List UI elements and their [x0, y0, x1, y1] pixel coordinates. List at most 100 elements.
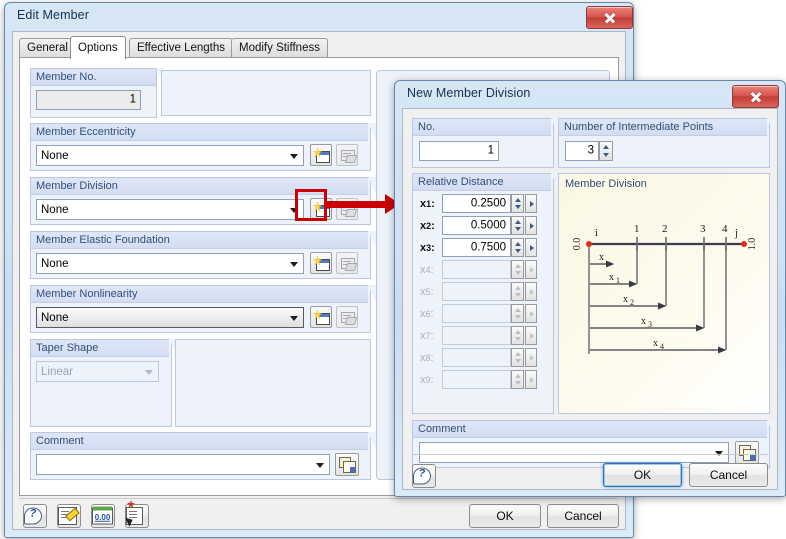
taper-shape-group: Taper Shape Linear — [30, 339, 177, 427]
svg-text:0.0: 0.0 — [572, 238, 583, 251]
tab-options[interactable]: Options — [70, 36, 126, 59]
relative-distance-row-label: x4: — [420, 264, 434, 276]
row-label-sub: 3 — [426, 243, 432, 253]
member-elastic-foundation-combo[interactable]: None — [36, 253, 304, 274]
row-label-sub: 5 — [425, 287, 431, 297]
chevron-down-icon — [316, 462, 324, 468]
help-button[interactable] — [23, 504, 47, 528]
member-division-combo[interactable]: None — [36, 199, 304, 220]
dialog-comment-library-button[interactable] — [735, 441, 759, 464]
combo-value: None — [41, 257, 69, 270]
relative-distance-input-x5 — [442, 282, 511, 301]
select-button[interactable] — [125, 500, 149, 528]
relative-distance-stepper-x8 — [511, 348, 524, 367]
relative-distance-stepper-x6 — [511, 304, 524, 323]
member-nonlinearity-combo[interactable]: None — [36, 307, 304, 328]
dialog-help-button[interactable] — [412, 464, 436, 488]
new-member-division-window: New Member Division No. 1 Number of Inte… — [394, 80, 786, 497]
member-elastic-foundation-group: Member Elastic Foundation None — [30, 231, 376, 279]
intermediate-points-stepper[interactable] — [599, 141, 613, 161]
relative-distance-pick-x3[interactable] — [525, 238, 537, 257]
new-member-elastic-foundation-button[interactable] — [310, 252, 332, 274]
member-nonlinearity-label: Member Nonlinearity — [31, 285, 376, 303]
dialog-title: New Member Division — [407, 86, 531, 100]
stepper-up-icon[interactable] — [603, 145, 609, 149]
screenshot-root: Edit Member General Options Effective Le… — [0, 0, 786, 539]
member-eccentricity-combo[interactable]: None — [36, 145, 304, 166]
dialog-ok-button[interactable]: OK — [603, 463, 682, 487]
stepper-down-icon[interactable] — [514, 205, 521, 209]
divider — [19, 498, 617, 499]
svg-text:1.0: 1.0 — [747, 238, 758, 251]
tab-modify-stiffness[interactable]: Modify Stiffness — [231, 38, 328, 58]
edit-list-icon — [340, 149, 358, 163]
tab-general[interactable]: General — [19, 38, 76, 58]
new-member-nonlinearity-button[interactable] — [310, 306, 332, 328]
member-no-input[interactable]: 1 — [36, 90, 141, 110]
new-window-icon — [313, 310, 330, 325]
edit-member-eccentricity-button[interactable] — [336, 144, 358, 166]
new-member-eccentricity-button[interactable] — [310, 144, 332, 166]
relative-distance-input-x8 — [442, 348, 511, 367]
member-no-group: Member No. 1 — [30, 68, 164, 118]
dialog-comment-combo[interactable] — [419, 442, 729, 463]
stepper-up-icon[interactable] — [514, 220, 521, 224]
relative-distance-stepper-x1[interactable] — [511, 194, 524, 213]
edit-member-elastic-foundation-button[interactable] — [336, 252, 358, 274]
relative-distance-stepper-x3[interactable] — [511, 238, 524, 257]
tab-effective-lengths[interactable]: Effective Lengths — [129, 38, 234, 58]
relative-distance-input-x3[interactable]: 0.7500 — [442, 238, 511, 257]
main-cancel-button[interactable]: Cancel — [547, 504, 619, 528]
units-button[interactable]: 0.00 — [91, 504, 115, 528]
svg-text:x: x — [609, 272, 614, 283]
edit-member-nonlinearity-button[interactable] — [336, 306, 358, 328]
button-label: OK — [496, 509, 514, 523]
relative-distance-pick-x1[interactable] — [525, 194, 537, 213]
close-icon[interactable] — [732, 85, 779, 108]
stepper-down-icon[interactable] — [603, 153, 609, 157]
relative-distance-pick-x4 — [525, 260, 537, 279]
dialog-cancel-button[interactable]: Cancel — [689, 463, 768, 487]
window-title: Edit Member — [17, 8, 89, 22]
new-window-icon — [313, 148, 330, 163]
member-eccentricity-label: Member Eccentricity — [31, 123, 376, 141]
relative-distance-pick-x5 — [525, 282, 537, 301]
member-nonlinearity-group: Member Nonlinearity None — [30, 285, 376, 333]
svg-text:x: x — [599, 252, 604, 263]
stepper-down-icon — [514, 359, 521, 363]
relative-distance-pick-x2[interactable] — [525, 216, 537, 235]
stepper-up-icon — [514, 286, 521, 290]
member-division-group: Member Division None — [30, 177, 376, 225]
division-no-input[interactable]: 1 — [419, 141, 499, 161]
stepper-up-icon[interactable] — [514, 242, 521, 246]
stepper-down-icon[interactable] — [514, 227, 521, 231]
intermediate-points-input[interactable]: 3 — [565, 141, 599, 161]
main-ok-button[interactable]: OK — [469, 504, 541, 528]
relative-distance-input-x1[interactable]: 0.2500 — [442, 194, 511, 213]
comment-library-button[interactable] — [335, 453, 359, 476]
relative-distance-row-label: x3: — [420, 242, 435, 254]
stepper-up-icon — [514, 374, 521, 378]
relative-distance-stepper-x2[interactable] — [511, 216, 524, 235]
edit-icon — [58, 507, 77, 525]
row-label-sub: 1 — [426, 199, 432, 209]
combo-value: None — [41, 203, 69, 216]
comment-combo[interactable] — [36, 454, 330, 475]
numeric-icon: 0.00 — [92, 506, 113, 525]
tab-label: Modify Stiffness — [239, 42, 320, 54]
member-no-label: Member No. — [31, 68, 164, 86]
input-value: 0.7500 — [470, 240, 506, 253]
close-icon[interactable] — [586, 6, 633, 29]
input-value: 0.2500 — [470, 196, 506, 209]
chevron-down-icon — [145, 369, 153, 375]
stepper-down-icon — [514, 315, 521, 319]
relative-distance-input-x2[interactable]: 0.5000 — [442, 216, 511, 235]
diagram-svg: i j 1 2 3 4 0.0 1.0 x x 1 x 2 x 3 x 4 — [572, 223, 758, 354]
edit-button[interactable] — [57, 504, 81, 528]
stepper-up-icon — [514, 264, 521, 268]
pages-icon — [739, 445, 756, 461]
stepper-down-icon[interactable] — [514, 249, 521, 253]
relative-distance-row-label: x8: — [420, 352, 434, 364]
taper-shape-combo[interactable]: Linear — [36, 361, 159, 382]
stepper-up-icon[interactable] — [514, 198, 521, 202]
